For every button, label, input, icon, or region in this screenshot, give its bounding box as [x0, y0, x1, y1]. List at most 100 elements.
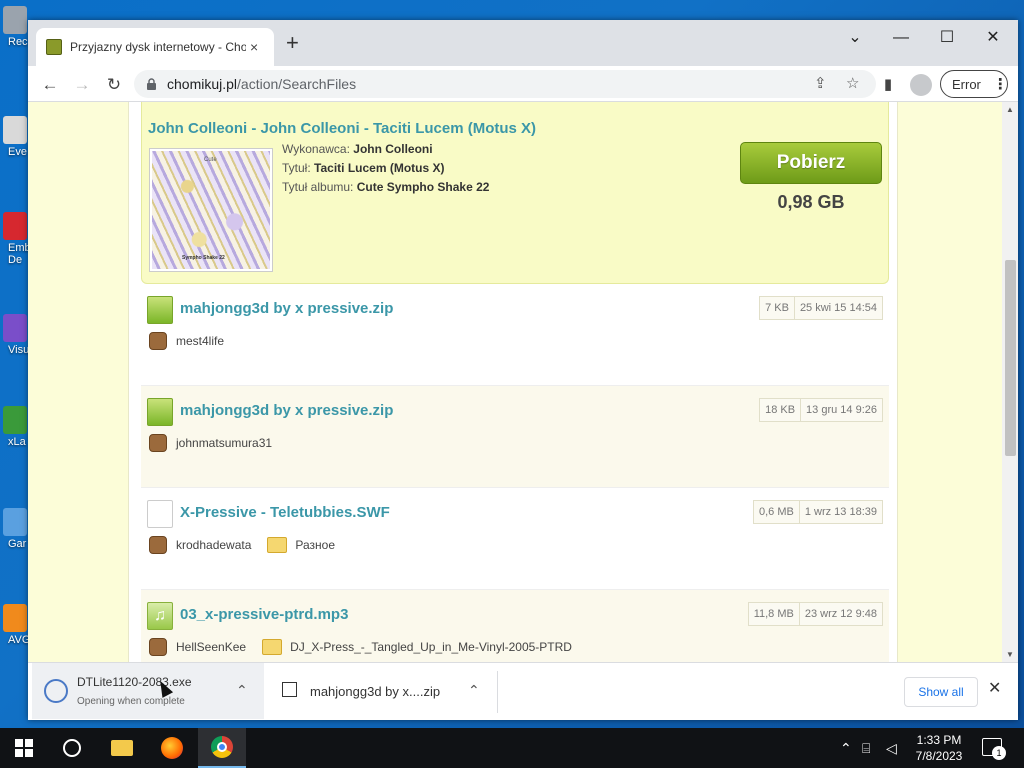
app-icon: [3, 314, 27, 342]
reload-button[interactable]: ↻: [102, 73, 126, 97]
network-icon[interactable]: ⌸: [862, 728, 870, 768]
file-size-badge: 0,6 MB: [752, 500, 800, 524]
album-cover[interactable]: Cute Sympho Shake 22: [149, 148, 273, 272]
address-bar[interactable]: chomikuj.pl/action/SearchFiles ⇪ ☆: [134, 70, 876, 98]
browser-window: Przyjazny dysk internetowy - Chomikuj × …: [28, 20, 1018, 720]
download-button[interactable]: Pobierz: [740, 142, 882, 184]
blank-file-icon: [147, 500, 173, 528]
firefox-icon: [161, 737, 183, 759]
desktop-icon-visual-studio[interactable]: Visu: [0, 314, 30, 356]
chrome-button[interactable]: [198, 728, 246, 768]
clock[interactable]: 1:33 PM 7/8/2023: [908, 732, 970, 764]
scroll-up-icon[interactable]: ▲: [1006, 105, 1014, 114]
owner-link[interactable]: krodhadewata: [176, 538, 251, 552]
file-meta: 11,8 MB 23 wrz 12 9:48: [747, 602, 883, 626]
cover-top-text: Cute: [204, 157, 217, 163]
start-button[interactable]: [0, 728, 48, 768]
user-avatar-icon: [149, 332, 167, 350]
zip-file-icon: [147, 398, 173, 426]
app-icon: [3, 508, 27, 536]
featured-title-link[interactable]: John Colleoni - John Colleoni - Taciti L…: [148, 120, 536, 137]
file-date-badge: 13 gru 14 9:26: [801, 398, 883, 422]
page-viewport: John Colleoni - John Colleoni - Taciti L…: [28, 102, 1018, 662]
file-size-badge: 7 KB: [759, 296, 795, 320]
scroll-down-icon[interactable]: ▼: [1006, 650, 1014, 659]
back-button[interactable]: ←: [38, 73, 62, 97]
file-name-link[interactable]: mahjongg3d by x pressive.zip: [180, 402, 393, 419]
toolbar: ← → ↻ chomikuj.pl/action/SearchFiles ⇪ ☆…: [28, 66, 1018, 102]
vertical-scrollbar[interactable]: ▲ ▼: [1002, 102, 1018, 662]
file-meta: 7 KB 25 kwi 15 14:54: [759, 296, 883, 320]
file-date-badge: 23 wrz 12 9:48: [799, 602, 883, 626]
album-cover-image: Cute Sympho Shake 22: [152, 151, 270, 269]
lock-icon: [147, 78, 156, 90]
scrollbar-thumb[interactable]: [1005, 260, 1016, 456]
download-shelf: DTLite1120-2083.exe Opening when complet…: [28, 662, 1018, 720]
tab-search-button[interactable]: ⌄: [832, 26, 878, 50]
clock-time: 1:33 PM: [916, 733, 962, 747]
folder-icon: [262, 639, 283, 655]
tab-chomikuj[interactable]: Przyjazny dysk internetowy - Chomikuj ×: [36, 28, 274, 66]
owner-link[interactable]: mest4life: [176, 334, 224, 348]
cover-bottom-text: Sympho Shake 22: [182, 255, 225, 261]
chevron-up-icon[interactable]: ⌃: [236, 682, 248, 699]
desktop-icon-game[interactable]: Gar: [0, 508, 30, 550]
download-item-dtlite[interactable]: DTLite1120-2083.exe Opening when complet…: [32, 663, 264, 719]
folder-link[interactable]: Разное: [295, 538, 335, 552]
bookmark-star-icon[interactable]: ☆: [846, 70, 859, 98]
owner: krodhadewata Разное: [149, 536, 335, 554]
download-status: Opening when complete: [77, 696, 185, 707]
tab-close-icon[interactable]: ×: [250, 39, 258, 55]
file-row: ♫ 03_x-pressive-ptrd.mp3 11,8 MB 23 wrz …: [141, 590, 889, 662]
desktop-icon-everything[interactable]: Eve: [0, 116, 30, 158]
page-container: John Colleoni - John Colleoni - Taciti L…: [128, 102, 898, 662]
maximize-button[interactable]: ☐: [924, 26, 970, 50]
owner-link[interactable]: HellSeenKee: [176, 640, 246, 654]
track-line: Tytuł: Taciti Lucem (Motus X): [282, 161, 445, 175]
file-name-link[interactable]: 03_x-pressive-ptrd.mp3: [180, 606, 348, 623]
file-name-link[interactable]: mahjongg3d by x pressive.zip: [180, 300, 393, 317]
desktop-icon-xlaunch[interactable]: xLa: [0, 406, 30, 448]
show-all-button[interactable]: Show all: [904, 677, 978, 707]
url-text: chomikuj.pl/action/SearchFiles: [167, 76, 357, 92]
owner-link[interactable]: johnmatsumura31: [176, 436, 272, 450]
close-shelf-icon[interactable]: ✕: [988, 678, 1001, 698]
file-size: 0,98 GB: [777, 192, 845, 212]
error-menu-button[interactable]: Error ⋮: [940, 70, 1008, 98]
notification-count: 1: [992, 746, 1006, 760]
app-icon: [3, 406, 27, 434]
favicon-icon: [46, 39, 62, 55]
download-progress-icon: [44, 679, 68, 703]
file-size-badge: 18 KB: [759, 398, 802, 422]
app-icon: [3, 116, 27, 144]
folder-link[interactable]: DJ_X-Press_-_Tangled_Up_in_Me-Vinyl-2005…: [290, 640, 572, 654]
file-meta: 18 KB 13 gru 14 9:26: [759, 398, 883, 422]
search-button[interactable]: [48, 728, 96, 768]
desktop-icon-embarcadero[interactable]: Emb De: [0, 212, 31, 266]
volume-muted-icon[interactable]: ◁: [886, 728, 897, 768]
file-name-link[interactable]: X-Pressive - Teletubbies.SWF: [180, 504, 390, 521]
chevron-up-icon[interactable]: ⌃: [840, 728, 852, 768]
music-file-icon: ♫: [147, 602, 173, 630]
desktop-icon-recycle-bin[interactable]: Rec: [0, 6, 30, 48]
file-explorer-button[interactable]: [98, 728, 146, 768]
chevron-up-icon[interactable]: ⌃: [468, 682, 480, 699]
profile-avatar-icon[interactable]: [910, 74, 932, 96]
owner: johnmatsumura31: [149, 434, 272, 452]
error-label: Error: [952, 76, 981, 92]
new-tab-button[interactable]: +: [286, 32, 299, 54]
share-icon[interactable]: ⇪: [814, 70, 827, 98]
artist-line: Wykonawca: John Colleoni: [282, 142, 433, 156]
firefox-button[interactable]: [148, 728, 196, 768]
download-item-mahjongg[interactable]: mahjongg3d by x....zip ⌃: [264, 663, 496, 719]
chrome-icon: [211, 736, 233, 758]
side-panel-icon[interactable]: ▮: [876, 73, 900, 97]
close-window-button[interactable]: ✕: [970, 26, 1016, 50]
download-file-name: DTLite1120-2083.exe: [77, 675, 192, 689]
user-avatar-icon: [149, 536, 167, 554]
minimize-button[interactable]: —: [878, 26, 924, 50]
forward-button[interactable]: →: [70, 73, 94, 97]
user-avatar-icon: [149, 638, 167, 656]
desktop-icon-avg[interactable]: AVG: [0, 604, 30, 646]
clock-date: 7/8/2023: [915, 749, 963, 763]
